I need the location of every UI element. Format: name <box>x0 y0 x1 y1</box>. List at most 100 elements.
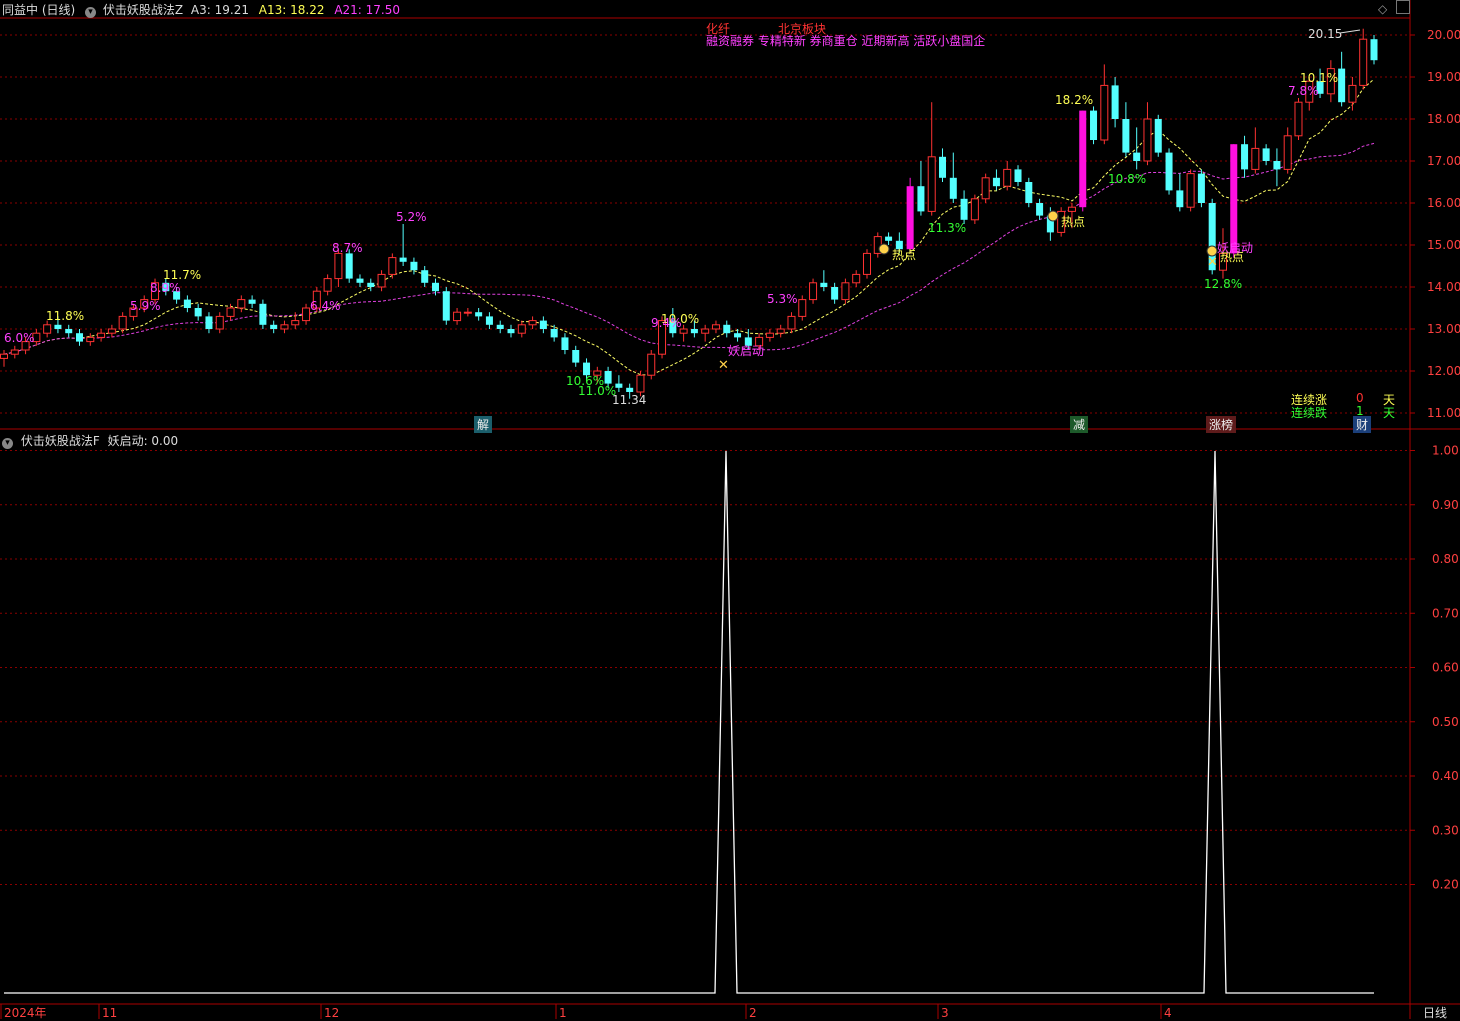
candle-body <box>323 278 332 292</box>
candle-body <box>820 282 828 287</box>
candle-body <box>107 328 116 334</box>
chart-canvas[interactable]: 20.00 19.00 18.00 17.00 16.00 15.00 14.00 13.00… <box>0 0 1460 1019</box>
candle-body <box>463 311 472 314</box>
percent-annotation: 11.3% <box>928 221 966 235</box>
period-label[interactable]: 日线 <box>1423 1004 1447 1021</box>
indicator-name[interactable]: 伏击妖股战法Z <box>103 3 183 17</box>
candle-body <box>1359 38 1368 86</box>
x-tick-label: 2 <box>749 1006 757 1019</box>
candle-body <box>734 333 742 338</box>
candle-body <box>604 371 612 384</box>
candle-body <box>1230 144 1238 254</box>
candle-body <box>862 252 871 275</box>
indicator-menu-icon[interactable]: ▾ <box>2 438 13 449</box>
candle-body <box>550 329 558 338</box>
candle-body <box>1133 152 1141 161</box>
percent-annotation: 11.7% <box>163 268 201 282</box>
candle-body <box>776 328 785 334</box>
butterfly-icon: ✕ <box>718 358 729 373</box>
y-tick-label: 1.00 <box>1432 444 1459 458</box>
candle-body <box>118 315 127 330</box>
candle-body <box>1122 119 1130 153</box>
candle-body <box>205 316 213 329</box>
candle-body <box>539 320 547 329</box>
candle-body <box>1079 110 1087 208</box>
candle-body <box>572 350 580 363</box>
candle-body <box>1111 85 1119 119</box>
candle-body <box>302 307 311 322</box>
percent-annotation: 6.4% <box>310 299 341 313</box>
candle-body <box>475 312 483 317</box>
y-tick-label: 18.00 <box>1427 112 1460 126</box>
percent-annotation: 9.4% <box>651 316 682 330</box>
candle-body <box>1036 203 1044 216</box>
percent-annotation: 5.9% <box>130 299 161 313</box>
event-tag-unlock[interactable]: 解 <box>474 416 493 433</box>
event-tag-ranking[interactable]: 涨榜 <box>1206 416 1237 433</box>
candle-body <box>647 353 656 376</box>
diamond-icon[interactable]: ◇ <box>1378 2 1387 16</box>
candle-body <box>831 287 839 300</box>
candle-body <box>1251 147 1260 170</box>
candle-body <box>723 324 731 334</box>
candle-body <box>1186 173 1195 208</box>
candle-body <box>280 324 289 330</box>
candle-body <box>809 282 818 301</box>
signal-line <box>4 450 1374 994</box>
sub-indicator-value: 妖启动: 0.00 <box>107 434 179 448</box>
butterfly-icon: ✕ <box>1207 255 1218 270</box>
candle-body <box>226 307 235 317</box>
percent-annotation: 11.0% <box>578 384 616 398</box>
ma-short-line <box>3 78 1375 376</box>
y-tick-label: 0.80 <box>1432 552 1459 566</box>
candle-body <box>248 299 256 304</box>
candle-body <box>701 328 710 334</box>
candle-body <box>10 349 19 355</box>
candle-body <box>852 273 861 284</box>
candle-body <box>453 311 462 322</box>
sub-chart-header: ▾ 伏击妖股战法F 妖启动: 0.00 <box>2 432 178 449</box>
candle-body <box>906 186 914 250</box>
ma-a21-value: A21: 17.50 <box>334 3 401 17</box>
candle-body <box>1197 173 1205 203</box>
candle-body <box>636 374 645 393</box>
main-chart-header: 同益中 (日线) ▾ 伏击妖股战法Z A3: 19.21 A13: 18.22 … <box>2 1 400 18</box>
money-bag-icon <box>878 243 890 255</box>
candle-body <box>960 198 968 220</box>
candle-body <box>43 324 52 334</box>
candle-body <box>54 324 62 329</box>
candle-body <box>561 337 569 350</box>
candle-body <box>270 324 278 329</box>
candle-body <box>949 177 957 199</box>
candle-body <box>970 198 979 221</box>
ma-a3-value: A3: 19.21 <box>190 3 249 17</box>
start-signal-label: 妖启动 <box>728 344 764 358</box>
candle-body <box>442 291 450 321</box>
candle-body <box>885 236 893 241</box>
percent-annotation: 8.7% <box>332 241 363 255</box>
candle-body <box>0 353 9 359</box>
sub-indicator-name[interactable]: 伏击妖股战法F <box>21 434 100 448</box>
candle-body <box>345 253 353 279</box>
percent-annotation: 11.8% <box>46 309 84 323</box>
stock-title[interactable]: 同益中 (日线) <box>2 3 75 17</box>
candle-body <box>1003 168 1012 187</box>
y-tick-label: 0.30 <box>1432 823 1459 837</box>
candle-body <box>1143 118 1152 162</box>
candle-body <box>377 273 386 288</box>
window-toggle-icon[interactable] <box>1396 0 1410 14</box>
candle-body <box>765 332 774 338</box>
y-tick-label: 0.50 <box>1432 715 1459 729</box>
x-tick-label: 11 <box>102 1006 117 1019</box>
event-tag-reduce[interactable]: 减 <box>1070 416 1089 433</box>
candle-body <box>690 329 698 334</box>
candle-body <box>798 299 807 317</box>
y-tick-label: 17.00 <box>1427 154 1460 168</box>
event-tag-finance[interactable]: 财 <box>1353 416 1372 433</box>
candle-body <box>496 324 504 329</box>
candle-body <box>1241 144 1249 170</box>
candle-body <box>65 329 73 334</box>
candle-body <box>1370 39 1378 61</box>
indicator-menu-icon[interactable]: ▾ <box>85 7 97 18</box>
percent-annotation: 10.8% <box>1108 172 1146 186</box>
